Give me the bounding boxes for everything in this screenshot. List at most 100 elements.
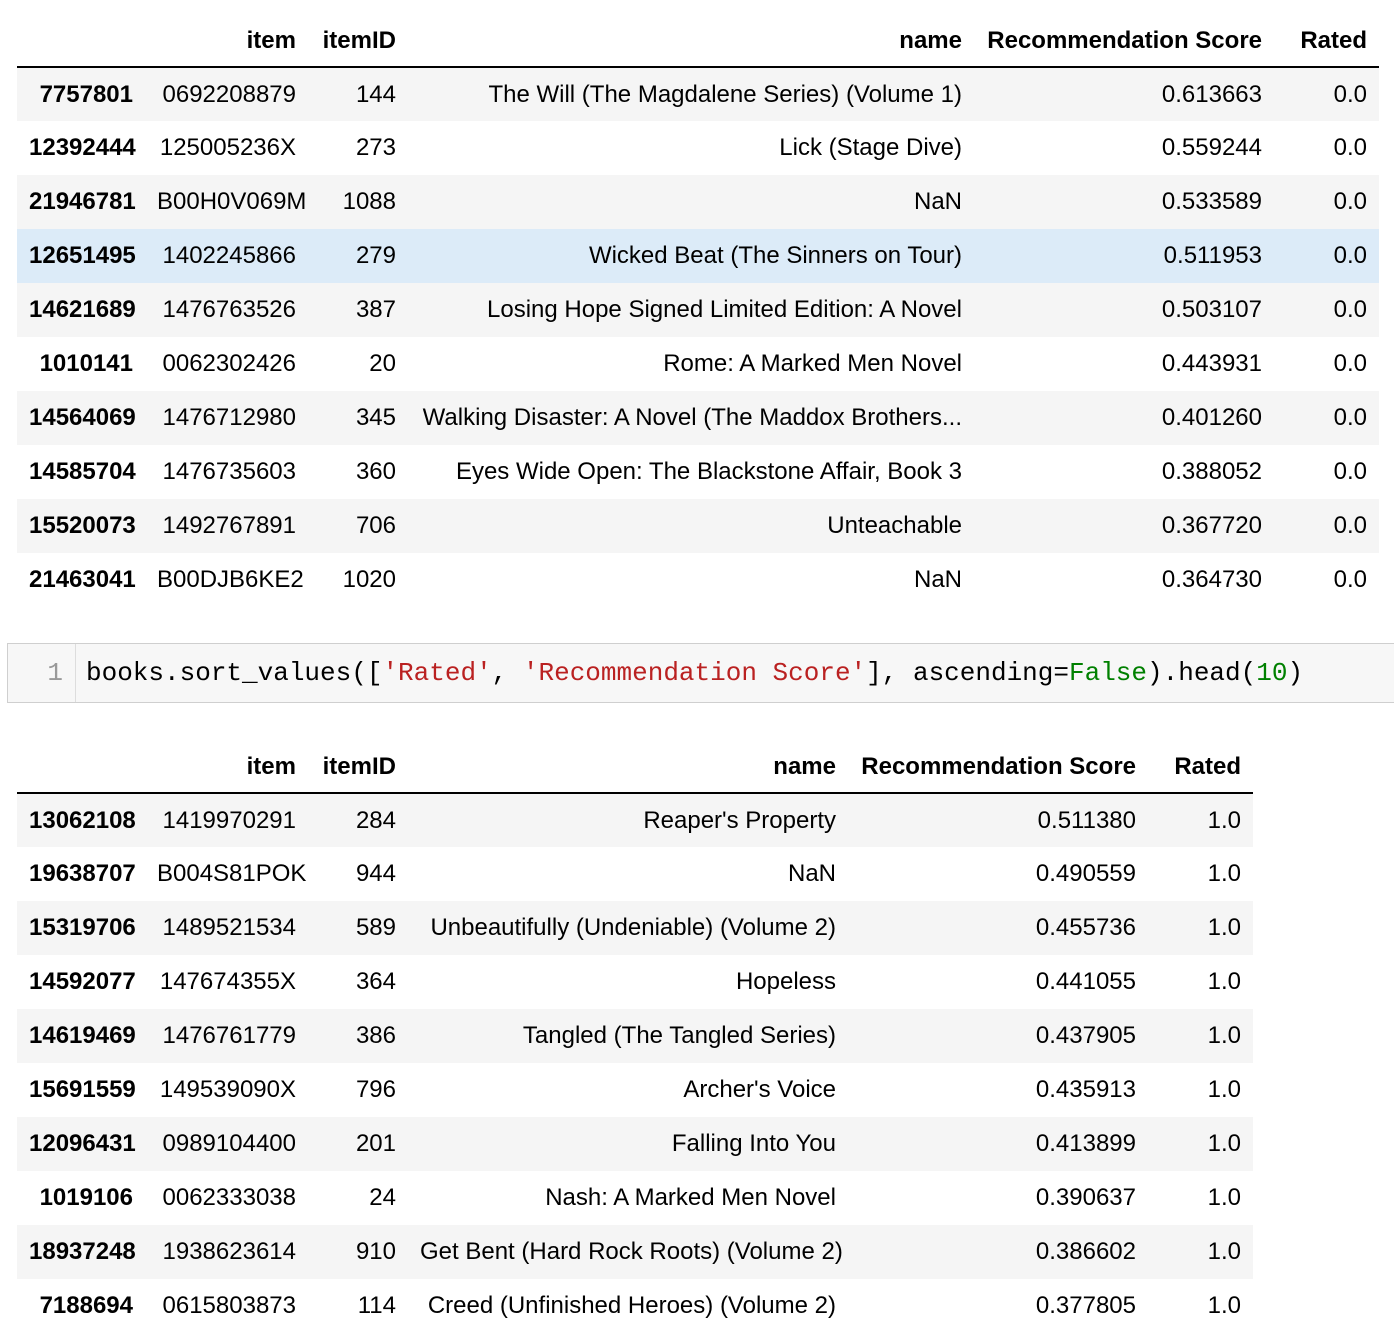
- cell-item: B00DJB6KE2: [157, 566, 304, 593]
- cell-rated: 0.0: [1333, 188, 1367, 215]
- row-index: 19638707: [29, 860, 136, 887]
- cell-rated: 1.0: [1207, 968, 1241, 995]
- table-row: 7188694 0615803873 114 Creed (Unfinished He…: [17, 1279, 1253, 1333]
- cell-rated: 0.0: [1333, 512, 1367, 539]
- table-row: 14619469 1476761779 386 Tangled (The Tangle…: [17, 1009, 1253, 1063]
- cell-rated: 1.0: [1207, 1292, 1241, 1319]
- cell-score: 0.613663: [1161, 80, 1262, 108]
- row-index: 12096431: [29, 1130, 136, 1157]
- row-index: 15319706: [29, 914, 136, 941]
- column-header-item: item: [145, 15, 308, 68]
- table-row: 12392444 125005236X 273 Lick (Stage Dive) 0.…: [17, 121, 1379, 175]
- cell-name: Unteachable: [827, 512, 962, 539]
- row-index: 14592077: [29, 968, 136, 995]
- cell-name: NaN: [913, 566, 962, 593]
- row-index: 14621689: [29, 296, 136, 323]
- cell-item: 1938623614: [162, 1238, 296, 1265]
- table-row: 14564069 1476712980 345 Walking Disaster: A…: [17, 391, 1379, 445]
- cell-score: 0.441055: [1035, 968, 1136, 995]
- cell-itemid: 706: [355, 512, 396, 539]
- cell-item: B00H0V069M: [157, 188, 307, 215]
- cell-rated: 0.0: [1333, 242, 1367, 269]
- cell-item: 147674355X: [159, 968, 296, 995]
- cell-itemid: 387: [355, 296, 396, 323]
- cell-name: Rome: A Marked Men Novel: [663, 350, 962, 377]
- column-header-score: Recommendation Score: [974, 15, 1274, 68]
- cell-itemid: 360: [355, 458, 396, 485]
- cell-rated: 1.0: [1207, 1076, 1241, 1103]
- column-header-name: name: [408, 741, 848, 794]
- table-row: 19638707 B004S81POK 944 NaN 0.490559 1.0: [17, 847, 1253, 901]
- table-row: 12651495 1402245866 279 Wicked Beat (The Si…: [17, 229, 1379, 283]
- cell-rated: 0.0: [1333, 404, 1367, 431]
- cell-name: Falling Into You: [671, 1130, 836, 1157]
- cell-rated: 1.0: [1207, 1022, 1241, 1049]
- cell-itemid: 364: [355, 968, 396, 995]
- table-row: 12096431 0989104400 201 Falling Into You 0.4…: [17, 1117, 1253, 1171]
- cell-name: Get Bent (Hard Rock Roots) (Volume 2): [420, 1238, 843, 1265]
- cell-itemid: 114: [357, 1292, 396, 1319]
- row-index: 13062108: [29, 806, 136, 834]
- table-row: 18937248 1938623614 910 Get Bent (Hard Rock…: [17, 1225, 1253, 1279]
- cell-item: 1419970291: [162, 806, 296, 834]
- cell-rated: 1.0: [1207, 1184, 1241, 1211]
- row-index: 14585704: [29, 458, 136, 485]
- cell-name: Hopeless: [735, 968, 836, 995]
- table-row: 14585704 1476735603 360 Eyes Wide Open: The…: [17, 445, 1379, 499]
- index-header: [17, 15, 145, 68]
- cell-name: Losing Hope Signed Limited Edition: A No…: [487, 296, 962, 323]
- row-index: 1019106: [39, 1184, 133, 1211]
- table-row: 15520073 1492767891 706 Unteachable 0.367720…: [17, 499, 1379, 553]
- cell-rated: 0.0: [1333, 80, 1367, 108]
- cell-rated: 0.0: [1333, 566, 1367, 593]
- column-header-itemid: itemID: [308, 15, 408, 68]
- cell-score: 0.511953: [1163, 242, 1262, 269]
- row-index: 12392444: [29, 134, 136, 161]
- cell-name: Creed (Unfinished Heroes) (Volume 2): [427, 1292, 836, 1319]
- cell-item: 0062333038: [162, 1184, 296, 1211]
- cell-name: NaN: [787, 860, 836, 887]
- cell-name: The Will (The Magdalene Series) (Volume …: [488, 80, 962, 108]
- code-string-token: 'Recommendation Score': [522, 658, 867, 688]
- table-row: 15319706 1489521534 589 Unbeautifully (Unde…: [17, 901, 1253, 955]
- cell-score: 0.386602: [1035, 1238, 1136, 1265]
- cell-score: 0.490559: [1035, 860, 1136, 887]
- code-string-token: 'Rated': [382, 658, 492, 688]
- code-cell[interactable]: 1 books.sort_values(['Rated', 'Recommend…: [7, 643, 1394, 703]
- cell-score: 0.377805: [1035, 1292, 1136, 1319]
- cell-itemid: 944: [355, 860, 396, 887]
- row-index: 14564069: [29, 404, 136, 431]
- table-row: 1019106 0062333038 24 Nash: A Marked Men No…: [17, 1171, 1253, 1225]
- row-index: 1010141: [39, 350, 133, 377]
- cell-itemid: 20: [369, 350, 396, 377]
- cell-name: NaN: [913, 188, 962, 215]
- cell-score: 0.503107: [1161, 296, 1262, 323]
- code-editor-line[interactable]: books.sort_values(['Rated', 'Recommendat…: [76, 658, 1303, 688]
- table-row: 14592077 147674355X 364 Hopeless 0.441055 1.0: [17, 955, 1253, 1009]
- cell-itemid: 144: [355, 80, 396, 108]
- table-header-row: item itemID name Recommendation Score Ra…: [17, 15, 1379, 68]
- cell-item: 125005236X: [159, 134, 296, 161]
- cell-itemid: 796: [355, 1076, 396, 1103]
- cell-name: Tangled (The Tangled Series): [522, 1022, 836, 1049]
- cell-score: 0.435913: [1035, 1076, 1136, 1103]
- cell-name: Archer's Voice: [683, 1076, 836, 1103]
- cell-itemid: 910: [355, 1238, 396, 1265]
- cell-itemid: 345: [355, 404, 396, 431]
- cell-score: 0.364730: [1161, 566, 1262, 593]
- cell-itemid: 589: [355, 914, 396, 941]
- row-index: 15520073: [29, 512, 136, 539]
- table-header-row: item itemID name Recommendation Score Ra…: [17, 741, 1253, 794]
- row-index: 18937248: [29, 1238, 136, 1265]
- row-index: 15691559: [29, 1076, 136, 1103]
- cell-item: 149539090X: [159, 1076, 296, 1103]
- code-token: ).head(: [1147, 658, 1257, 688]
- cell-name: Nash: A Marked Men Novel: [545, 1184, 836, 1211]
- code-keyword-token: False: [1069, 658, 1148, 688]
- cell-item: 1492767891: [162, 512, 296, 539]
- table-row: 21946781 B00H0V069M 1088 NaN 0.533589 0.0: [17, 175, 1379, 229]
- cell-item: 0062302426: [162, 350, 296, 377]
- row-index: 12651495: [29, 242, 136, 269]
- cell-name: Reaper's Property: [643, 806, 836, 834]
- cell-item: 1476735603: [162, 458, 296, 485]
